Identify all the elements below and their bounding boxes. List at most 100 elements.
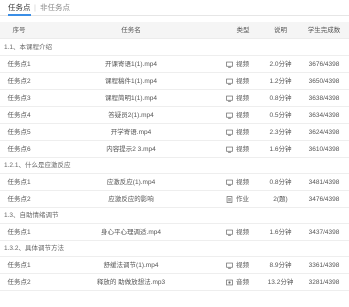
table-row[interactable]: 任务点1 开课寄语1(1).mp4 视频 2.0分钟 3676/4398 bbox=[0, 56, 349, 73]
task-name-link[interactable]: 释放的 助做放想法.mp3 bbox=[38, 274, 224, 291]
tab-separator: | bbox=[34, 3, 36, 12]
section-title: 1.2.1、什么是应激反应 bbox=[0, 158, 349, 174]
task-type-label: 音频 bbox=[236, 279, 249, 286]
task-type-label: 视频 bbox=[236, 179, 249, 186]
task-type-label: 视频 bbox=[236, 78, 249, 85]
task-name-link[interactable]: 开学寄语.mp4 bbox=[38, 124, 224, 141]
table-row[interactable]: 任务点1 身心平心理调适.mp4 视频 1.6分钟 3437/4398 bbox=[0, 224, 349, 241]
column-header-type: 类型 bbox=[236, 27, 250, 34]
column-header-name: 任务名 bbox=[121, 27, 141, 34]
table-row[interactable]: 任务点1 应激反应(1).mp4 视频 0.8分钟 3481/4398 bbox=[0, 174, 349, 191]
task-type-label: 视频 bbox=[236, 129, 249, 136]
task-number: 任务点1 bbox=[7, 229, 31, 236]
task-name-link[interactable]: 开课寄语1(1).mp4 bbox=[38, 56, 224, 73]
video-icon bbox=[226, 61, 233, 68]
completed-count: 3638/4398 bbox=[308, 95, 340, 102]
task-type-label: 视频 bbox=[236, 95, 249, 102]
task-number: 任务点1 bbox=[7, 262, 31, 269]
completed-count: 3281/4398 bbox=[308, 279, 340, 286]
completed-count: 3676/4398 bbox=[308, 61, 340, 68]
task-duration: 2.0分钟 bbox=[269, 61, 292, 68]
task-name-link[interactable]: 应激反应(1).mp4 bbox=[38, 174, 224, 191]
column-header-duration: 说明 bbox=[274, 27, 287, 34]
table-row[interactable]: 任务点4 答疑员2(1).mp4 视频 0.5分钟 3634/4398 bbox=[0, 107, 349, 124]
task-number: 任务点4 bbox=[7, 112, 31, 119]
task-type: 视频 bbox=[224, 141, 262, 158]
task-name-link[interactable]: 课程稿件1(1).mp4 bbox=[38, 73, 224, 90]
task-name-link[interactable]: 内容提示2 3.mp4 bbox=[38, 141, 224, 158]
completed-count: 3650/4398 bbox=[308, 78, 340, 85]
task-number: 任务点2 bbox=[7, 196, 31, 203]
task-number: 任务点6 bbox=[7, 146, 31, 153]
task-type-label: 视频 bbox=[236, 61, 249, 68]
task-type-label: 视频 bbox=[236, 112, 249, 119]
task-type: 音频 bbox=[224, 274, 262, 291]
table-row[interactable]: 任务点3 课程简明1(1).mp4 视频 0.8分钟 3638/4398 bbox=[0, 90, 349, 107]
task-duration: 0.8分钟 bbox=[269, 95, 292, 102]
task-number: 任务点2 bbox=[7, 279, 31, 286]
completed-count: 3634/4398 bbox=[308, 112, 340, 119]
audio-icon bbox=[226, 279, 233, 286]
video-icon bbox=[226, 95, 233, 102]
task-duration: 0.5分钟 bbox=[269, 112, 292, 119]
tab-bar: 任务点 | 非任务点 bbox=[0, 0, 349, 16]
task-name-link[interactable]: 舒缓法调节(1).mp4 bbox=[38, 257, 224, 274]
table-row[interactable]: 任务点2 课程稿件1(1).mp4 视频 1.2分钟 3650/4398 bbox=[0, 73, 349, 90]
task-type: 作业 bbox=[224, 191, 262, 208]
completed-count: 3437/4398 bbox=[308, 229, 340, 236]
task-number: 任务点5 bbox=[7, 129, 31, 136]
task-name-link[interactable]: 身心平心理调适.mp4 bbox=[38, 224, 224, 241]
task-type-label: 作业 bbox=[236, 196, 249, 203]
task-type: 视频 bbox=[224, 56, 262, 73]
section-title: 1.3、自助情绪调节 bbox=[0, 208, 349, 224]
completed-count: 3481/4398 bbox=[308, 179, 340, 186]
completed-count: 3610/4398 bbox=[308, 146, 340, 153]
task-duration: 1.6分钟 bbox=[269, 146, 292, 153]
task-duration: 8.9分钟 bbox=[269, 262, 292, 269]
homework-icon bbox=[226, 196, 233, 203]
task-type-label: 视频 bbox=[236, 229, 249, 236]
video-icon bbox=[226, 179, 233, 186]
table-row[interactable]: 任务点1 舒缓法调节(1).mp4 视频 8.9分钟 3361/4398 bbox=[0, 257, 349, 274]
table-row[interactable]: 任务点2 应激反应的影响 作业 2(题) 3476/4398 bbox=[0, 191, 349, 208]
task-number: 任务点1 bbox=[7, 61, 31, 68]
task-number: 任务点1 bbox=[7, 179, 31, 186]
video-icon bbox=[226, 112, 233, 119]
task-name-link[interactable]: 应激反应的影响 bbox=[38, 191, 224, 208]
section-title: 1.1、本课程介绍 bbox=[0, 40, 349, 56]
completed-count: 3476/4398 bbox=[308, 196, 340, 203]
video-icon bbox=[226, 146, 233, 153]
video-icon bbox=[226, 78, 233, 85]
task-duration: 2(题) bbox=[273, 196, 288, 203]
task-name-link[interactable]: 课程简明1(1).mp4 bbox=[38, 90, 224, 107]
task-duration: 13.2分钟 bbox=[267, 279, 294, 286]
task-duration: 2.3分钟 bbox=[269, 129, 292, 136]
task-duration: 1.6分钟 bbox=[269, 229, 292, 236]
tab-task-points[interactable]: 任务点 bbox=[8, 2, 31, 16]
task-number: 任务点2 bbox=[7, 78, 31, 85]
completed-count: 3361/4398 bbox=[308, 262, 340, 269]
task-type: 视频 bbox=[224, 174, 262, 191]
task-type: 视频 bbox=[224, 90, 262, 107]
task-number: 任务点3 bbox=[7, 95, 31, 102]
column-header-completed: 学生完成数 bbox=[307, 27, 341, 34]
table-row[interactable]: 任务点6 内容提示2 3.mp4 视频 1.6分钟 3610/4398 bbox=[0, 141, 349, 158]
task-duration: 1.2分钟 bbox=[269, 78, 292, 85]
video-icon bbox=[226, 262, 233, 269]
task-type: 视频 bbox=[224, 224, 262, 241]
task-type: 视频 bbox=[224, 124, 262, 141]
task-type: 视频 bbox=[224, 73, 262, 90]
task-type: 视频 bbox=[224, 107, 262, 124]
task-type: 视频 bbox=[224, 257, 262, 274]
completed-count: 3624/4398 bbox=[308, 129, 340, 136]
table-header: 序号 任务名 类型 说明 学生完成数 bbox=[0, 22, 349, 39]
task-type-label: 视频 bbox=[236, 262, 249, 269]
task-name-link[interactable]: 答疑员2(1).mp4 bbox=[38, 107, 224, 124]
tab-non-task-points[interactable]: 非任务点 bbox=[40, 2, 70, 14]
table-row[interactable]: 任务点5 开学寄语.mp4 视频 2.3分钟 3624/4398 bbox=[0, 124, 349, 141]
section-title: 1.3.2、具体调节方法 bbox=[0, 241, 349, 257]
task-type-label: 视频 bbox=[236, 146, 249, 153]
video-icon bbox=[226, 229, 233, 236]
table-row[interactable]: 任务点2 释放的 助做放想法.mp3 音频 13.2分钟 3281/4398 bbox=[0, 274, 349, 291]
video-icon bbox=[226, 129, 233, 136]
